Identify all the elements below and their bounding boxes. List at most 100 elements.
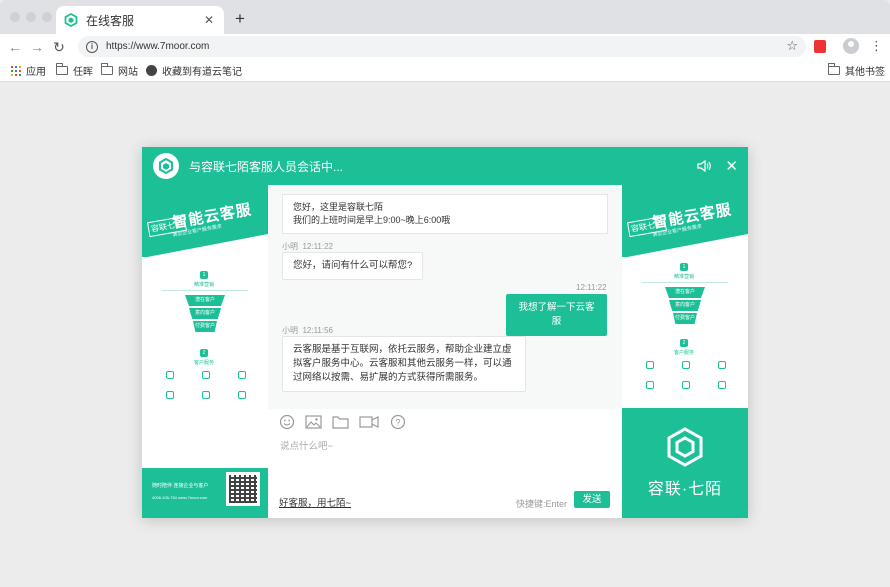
reload-icon[interactable]: ↻ [48, 39, 70, 56]
globe-icon [146, 65, 157, 76]
other-bookmarks[interactable]: 其他书签 [828, 63, 885, 78]
browser-tab[interactable]: 在线客服 ✕ [56, 6, 224, 34]
promo-panel-left: 容联七陌 智能云客服 满足企业客户服务需求 1 精准营销 潜在客户 意向客户 付… [142, 185, 268, 518]
funnel-step: 潜在客户 [665, 287, 705, 298]
message-list[interactable]: 您好，这里是容联七陌 我们的上班时间是早上9:00~晚上6:00哦 小明 12:… [268, 185, 622, 409]
bookmarks-bar: 应用 任晖 网站 收藏到有道云笔记 其他书签 [0, 60, 890, 82]
bookmark-apps[interactable]: 应用 [11, 63, 46, 78]
agent-avatar [153, 153, 179, 179]
section-label: 精准营销 [673, 274, 694, 280]
video-icon[interactable] [359, 415, 379, 429]
agent-message: 您好，请问有什么可以帮您? [282, 252, 424, 280]
welcome-notice: 您好，这里是容联七陌 我们的上班时间是早上9:00~晚上6:00哦 [282, 194, 608, 234]
extension-icon[interactable] [814, 40, 826, 53]
emoji-icon[interactable] [278, 414, 295, 430]
chat-header-title: 与容联七陌客服人员会话中... [189, 159, 344, 174]
service-icons [632, 361, 740, 391]
browser-window: 在线客服 ✕ + ← → ↻ i https://www.7moor.com ☆… [0, 0, 890, 587]
funnel-step: 潜在客户 [185, 295, 225, 306]
new-tab-button[interactable]: + [232, 9, 248, 29]
help-icon[interactable]: ? [389, 414, 406, 430]
section-label: 精准营销 [193, 282, 214, 288]
tab-title: 在线客服 [86, 13, 135, 28]
agent-message: 云客服是基于互联网，依托云服务，帮助企业建立虚拟客户服务中心。云客服和其他云服务… [282, 336, 526, 392]
section-marker: 1 [680, 263, 688, 271]
sender-name: 小明 [282, 242, 298, 251]
promo-banner: 容联七陌 智能云客服 满足企业客户服务需求 [142, 185, 268, 257]
account-avatar-icon[interactable] [843, 38, 859, 54]
shortcut-hint: 快捷键:Enter [516, 499, 568, 509]
service-icons [152, 371, 260, 401]
promo-footer-contact: 4008-105-754 www.7moor.com [152, 495, 208, 500]
browser-toolbar: ← → ↻ i https://www.7moor.com ☆ ⋮ [0, 34, 890, 60]
sound-toggle-icon[interactable] [697, 160, 712, 172]
promo-footer: 随时陪伴 连接企业与客户 4008-105-754 www.7moor.com [142, 468, 268, 518]
promo-panel-right: 容联七陌 智能云客服 满足企业客户服务需求 1 精准营销 潜在客户 意向客户 付… [622, 185, 748, 518]
section-marker: 1 [200, 271, 208, 279]
folder-icon [56, 63, 68, 75]
address-bar[interactable]: i https://www.7moor.com ☆ [78, 36, 806, 57]
url-text: https://www.7moor.com [106, 41, 210, 52]
qr-code [226, 472, 260, 506]
folder-icon [828, 63, 840, 75]
section-label: 客户服务 [193, 360, 214, 366]
close-window-dot[interactable] [10, 12, 20, 22]
sender-name: 小明 [282, 326, 298, 335]
service-item [632, 361, 668, 371]
input-toolbar: ? [278, 414, 406, 430]
message-meta: 小明 12:11:22 [282, 241, 333, 252]
back-icon[interactable]: ← [4, 39, 26, 55]
notice-line: 您好，这里是容联七陌 [293, 202, 384, 212]
chat-main: 您好，这里是容联七陌 我们的上班时间是早上9:00~晚上6:00哦 小明 12:… [268, 185, 622, 518]
section-label: 客户服务 [673, 350, 694, 356]
promo-funnel: 1 精准营销 潜在客户 意向客户 付费客户 2 客户服务 [622, 257, 748, 407]
funnel-step: 付费客户 [673, 313, 697, 324]
bookmark-label: 网站 [118, 67, 138, 78]
site-info-icon[interactable]: i [86, 40, 98, 53]
message-time: 12:11:22 [576, 283, 607, 292]
brand-block: 容联·七陌 [622, 408, 748, 518]
tab-bar: 在线客服 ✕ + [0, 0, 890, 34]
tab-close-icon[interactable]: ✕ [202, 13, 216, 27]
message-time: 12:11:22 [302, 242, 333, 251]
site-logo-icon [64, 13, 78, 27]
maximize-window-dot[interactable] [42, 12, 52, 22]
bookmark-youdao[interactable]: 收藏到有道云笔记 [146, 63, 242, 78]
folder-icon [101, 63, 113, 75]
service-item [668, 381, 704, 391]
window-controls [10, 12, 52, 22]
bookmark-label: 收藏到有道云笔记 [162, 67, 242, 78]
service-item [704, 361, 740, 371]
chat-header: 与容联七陌客服人员会话中... ✕ [142, 147, 748, 185]
message-meta: 小明 12:11:56 [282, 325, 333, 336]
bookmark-folder-renhui[interactable]: 任晖 [56, 63, 93, 78]
funnel-step: 意向客户 [189, 308, 221, 319]
funnel-step: 意向客户 [669, 300, 701, 311]
service-item [188, 391, 224, 401]
chat-window: 与容联七陌客服人员会话中... ✕ 容联七陌 智能云客服 满足企业客户服务需求 … [142, 147, 748, 518]
bookmark-star-icon[interactable]: ☆ [786, 38, 798, 54]
browser-menu-icon[interactable]: ⋮ [870, 38, 883, 54]
service-item [152, 371, 188, 381]
message-time: 12:11:56 [302, 326, 333, 335]
promo-banner: 容联七陌 智能云客服 满足企业客户服务需求 [622, 185, 748, 257]
send-button[interactable]: 发送 [574, 491, 610, 508]
service-item [668, 361, 704, 371]
notice-line: 我们的上班时间是早上9:00~晚上6:00哦 [293, 215, 451, 225]
service-item [704, 381, 740, 391]
bookmark-label: 任晖 [73, 67, 93, 78]
slogan-link[interactable]: 好客服，用七陌~ [279, 495, 351, 509]
section-marker: 2 [200, 349, 208, 357]
image-icon[interactable] [305, 415, 322, 429]
bookmark-folder-websites[interactable]: 网站 [101, 63, 138, 78]
brand-name: 容联·七陌 [647, 481, 723, 498]
forward-icon[interactable]: → [26, 39, 48, 55]
close-chat-icon[interactable]: ✕ [725, 157, 738, 175]
service-item [632, 381, 668, 391]
folder-upload-icon[interactable] [332, 415, 349, 429]
bookmark-label: 应用 [26, 67, 46, 78]
apps-grid-icon [11, 65, 21, 76]
minimize-window-dot[interactable] [26, 12, 36, 22]
service-item [224, 371, 260, 381]
message-input[interactable]: 说点什么吧~ [280, 438, 333, 452]
